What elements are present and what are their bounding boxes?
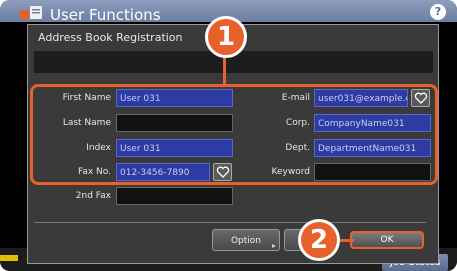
window-title: User Functions — [50, 6, 161, 24]
option-button[interactable]: Option — [212, 229, 280, 251]
submenu-arrow-icon — [272, 244, 276, 248]
dialog-divider — [34, 222, 426, 223]
option-button-label: Option — [230, 236, 262, 246]
ok-button[interactable]: OK — [350, 231, 424, 249]
copier-screen: User Functions ? 09:33 Job Status Addres… — [0, 0, 457, 271]
second-fax-field[interactable] — [116, 187, 233, 205]
callout-2: 2 — [298, 219, 340, 261]
help-button[interactable]: ? — [430, 4, 446, 20]
status-indicator — [0, 255, 18, 261]
fields-highlight-frame — [30, 84, 438, 185]
second-fax-label: 2nd Fax — [75, 191, 111, 201]
callout-1: 1 — [205, 16, 247, 58]
user-functions-icon — [20, 6, 42, 19]
dialog-title: Address Book Registration — [38, 31, 183, 44]
